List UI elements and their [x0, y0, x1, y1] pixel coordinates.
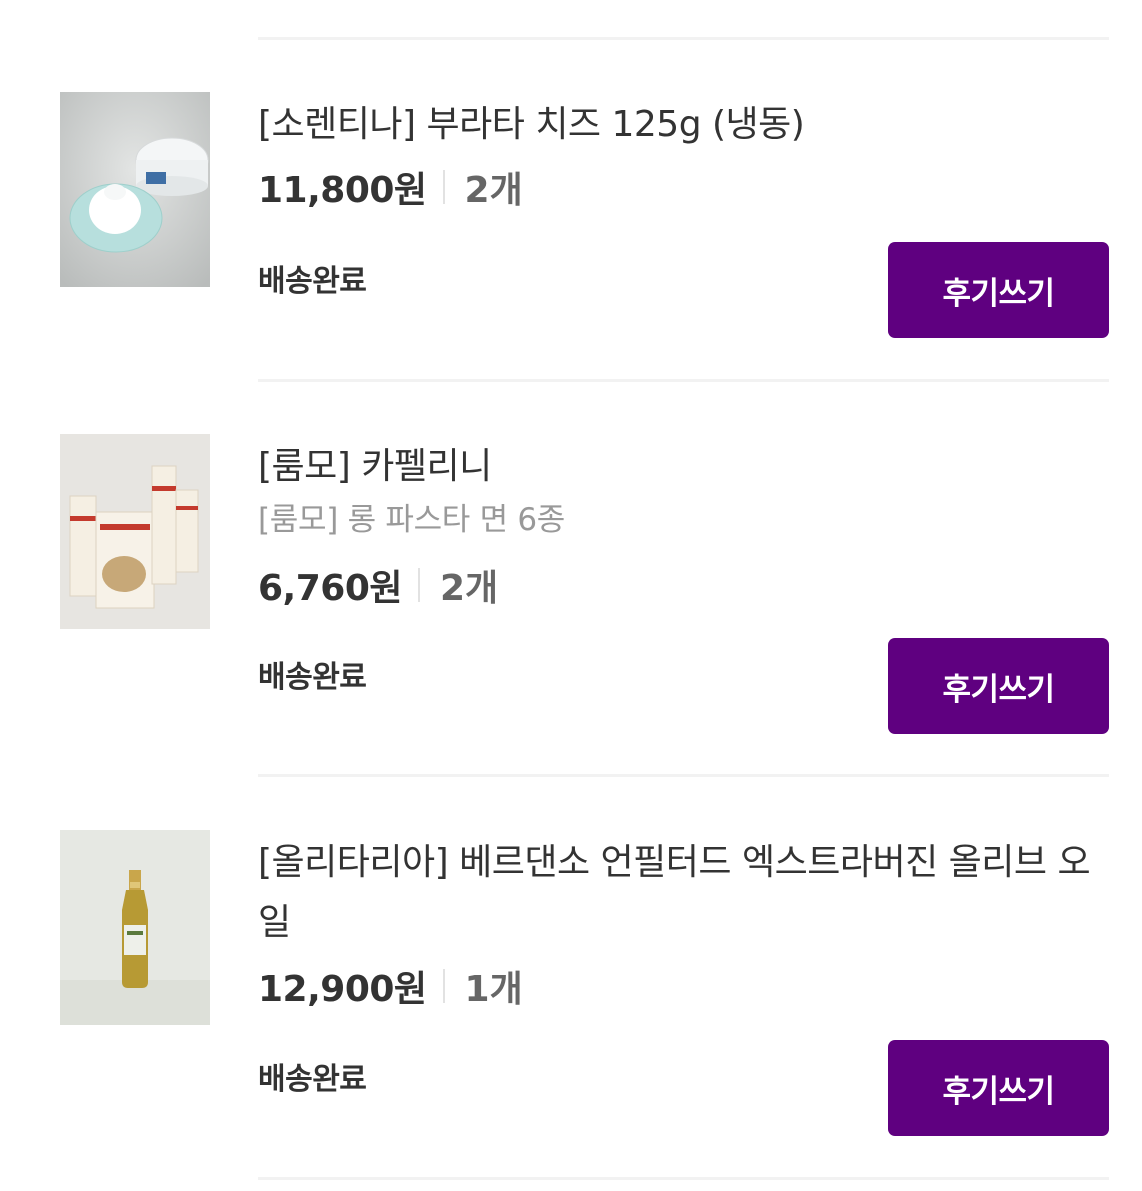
delivery-status: 배송완료 — [258, 660, 367, 695]
list-divider — [258, 1177, 1109, 1180]
product-title[interactable]: [올리타리아] 베르댄소 언필터드 엑스트라버진 올리브 오일 — [258, 833, 1108, 953]
price-qty-separator — [418, 568, 420, 602]
price-row: 6,760원 2개 — [258, 560, 498, 610]
delivery-status: 배송완료 — [258, 264, 367, 299]
write-review-button[interactable]: 후기쓰기 — [888, 1040, 1109, 1136]
olive-oil-image — [60, 830, 210, 1025]
price-qty-separator — [442, 170, 445, 204]
list-divider — [258, 774, 1109, 777]
order-item: [소렌티나] 부라타 치즈 125g (냉동) 11,800원 2개 배송완료 … — [0, 92, 1142, 342]
product-thumbnail[interactable] — [60, 92, 210, 287]
write-review-button[interactable]: 후기쓰기 — [888, 638, 1109, 734]
order-item: [올리타리아] 베르댄소 언필터드 엑스트라버진 올리브 오일 12,900원 … — [0, 830, 1142, 1150]
order-item: [룸모] 카펠리니 [룸모] 롱 파스타 면 6종 6,760원 2개 배송완료… — [0, 434, 1142, 734]
product-price: 6,760원 — [258, 568, 403, 609]
delivery-status: 배송완료 — [258, 1062, 367, 1097]
write-review-button[interactable]: 후기쓰기 — [888, 242, 1109, 338]
list-divider — [258, 37, 1109, 40]
product-thumbnail[interactable] — [60, 830, 210, 1025]
product-subtitle: [룸모] 롱 파스타 면 6종 — [258, 502, 565, 538]
product-thumbnail[interactable] — [60, 434, 210, 629]
product-quantity: 2개 — [464, 170, 523, 211]
list-divider — [258, 379, 1109, 382]
burrata-cheese-image — [60, 92, 210, 287]
rummo-pasta-image — [60, 434, 210, 629]
product-title[interactable]: [소렌티나] 부라타 치즈 125g (냉동) — [258, 95, 1108, 155]
product-quantity: 2개 — [440, 568, 499, 609]
price-row: 12,900원 1개 — [258, 961, 523, 1011]
product-price: 11,800원 — [258, 170, 427, 211]
price-qty-separator — [442, 969, 445, 1003]
product-price: 12,900원 — [258, 969, 427, 1010]
product-title[interactable]: [룸모] 카펠리니 — [258, 437, 1108, 497]
price-row: 11,800원 2개 — [258, 162, 523, 212]
product-quantity: 1개 — [464, 969, 523, 1010]
